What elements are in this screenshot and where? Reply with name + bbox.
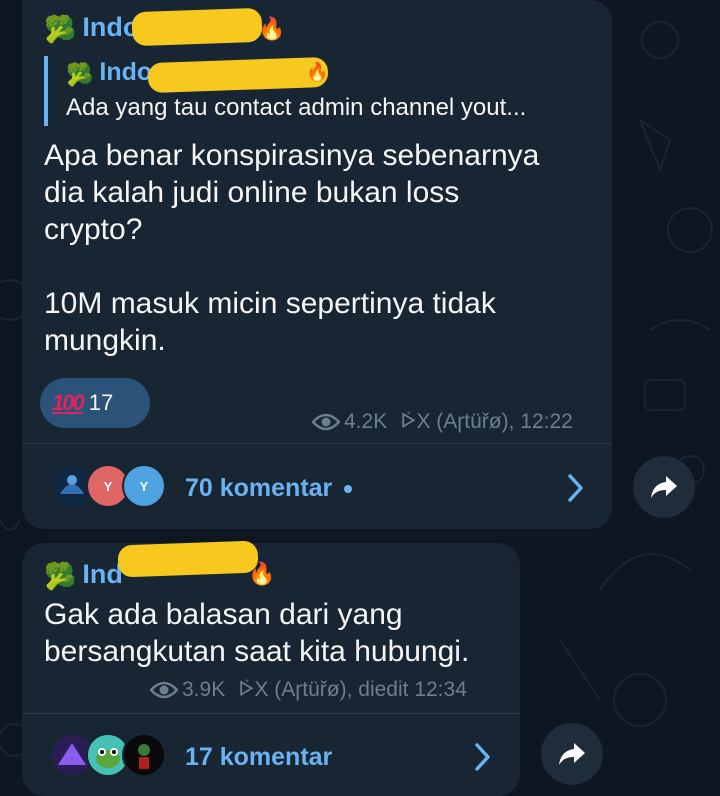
view-count: 4.2K (344, 410, 388, 433)
comments-link[interactable]: 17 komentar (22, 721, 520, 791)
message-meta: 3.9K ᢰX (Aɼtüřø), diedit 12:34 (150, 678, 467, 702)
eye-icon (150, 681, 178, 699)
chevron-right-icon (568, 474, 583, 502)
message-text: Apa benar konspirasinya sebenarnya dia k… (44, 139, 540, 357)
divider (22, 713, 520, 714)
comment-count-label: 70 komentar (185, 474, 353, 503)
comments-link[interactable]: Y Y 70 komentar (22, 453, 612, 523)
message-sender[interactable]: 🥦 Ind (44, 559, 123, 592)
chevron-right-icon (475, 743, 490, 771)
fire-icon: 🔥 (306, 62, 329, 82)
view-count: 3.9K (182, 678, 226, 701)
message-meta: 4.2K ᢰX (Aɼtüřø), 12:22 (312, 410, 573, 434)
redaction-mark (117, 540, 259, 578)
reply-quote[interactable]: 🥦 Indo 🔥 Ada yang tau contact admin chann… (44, 56, 594, 126)
message-text: Gak ada balasan dari yang bersangkutan s… (44, 598, 470, 668)
author-time: ᢰX (Aɼtüřø), 12:22 (401, 410, 573, 433)
channel-message[interactable]: 🥦 Ind 🔥 Gak ada balasan dari yang bersang… (22, 540, 520, 796)
fire-icon: 🔥 (258, 16, 286, 41)
share-arrow-icon (651, 476, 677, 498)
hundred-points-icon: 100 (52, 390, 85, 415)
reply-sender: 🥦 Indo (66, 58, 153, 87)
share-arrow-icon (559, 743, 585, 765)
sender-name: Ind (82, 559, 123, 589)
avatar: Y (122, 464, 166, 508)
share-button[interactable] (633, 456, 695, 518)
divider (22, 443, 612, 444)
fire-icon: 🔥 (248, 561, 276, 586)
author-time: ᢰX (Aɼtüřø), diedit 12:34 (239, 678, 467, 701)
sender-name: Indo (82, 12, 140, 42)
redaction-mark (147, 56, 329, 94)
reply-text: Ada yang tau contact admin channel yout.… (66, 94, 527, 121)
broccoli-icon: 🥦 (44, 14, 77, 44)
channel-message[interactable]: 🥦 Indo 🔥 🥦 Indo 🔥 Ada yang tau contact adm… (22, 0, 612, 529)
eye-icon (312, 413, 340, 431)
broccoli-icon: 🥦 (66, 62, 94, 87)
reaction-count: 17 (88, 390, 114, 415)
message-sender[interactable]: 🥦 Indo (44, 12, 139, 45)
unread-dot (344, 485, 353, 494)
redaction-mark (131, 7, 263, 47)
reaction-chip[interactable]: 100 17 (40, 378, 150, 428)
avatar (122, 733, 166, 777)
broccoli-icon: 🥦 (44, 561, 77, 591)
comment-count-label: 17 komentar (185, 743, 333, 771)
share-button[interactable] (541, 723, 603, 785)
